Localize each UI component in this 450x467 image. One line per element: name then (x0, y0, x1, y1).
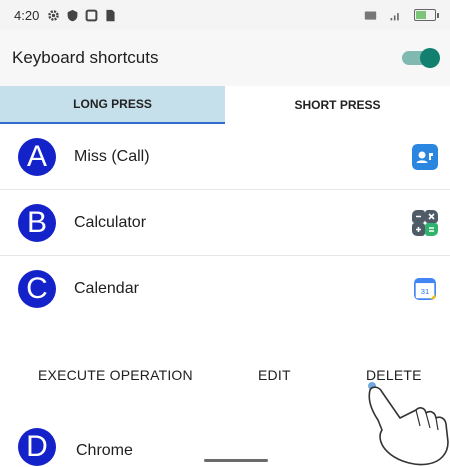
tab-bar: LONG PRESS SHORT PRESS (0, 86, 450, 124)
tab-long-press[interactable]: LONG PRESS (0, 86, 225, 124)
shortcut-label: Calculator (74, 213, 147, 231)
calendar-day: 31 (421, 287, 429, 296)
shortcut-row-c[interactable]: C Calendar 31 (0, 256, 450, 322)
tab-short-press[interactable]: SHORT PRESS (225, 86, 450, 124)
home-indicator[interactable] (204, 459, 268, 462)
toggle-knob[interactable] (420, 48, 440, 68)
calendar-icon[interactable]: 31 (414, 278, 436, 300)
status-bar: 4:20 (0, 0, 450, 30)
status-time: 4:20 (14, 7, 40, 23)
status-right (364, 9, 439, 22)
shortcut-label: Miss (Call) (74, 147, 150, 165)
letter-badge-a: A (18, 137, 56, 176)
battery-icon (414, 9, 439, 21)
shortcut-row-a[interactable]: A Miss (Call) (0, 124, 450, 190)
square-icon (85, 9, 98, 21)
edit-button[interactable]: EDIT (258, 367, 291, 383)
shortcut-row-b[interactable]: B Calculator (0, 190, 450, 256)
sim-icon (106, 9, 115, 21)
pointing-hand-icon (368, 382, 449, 466)
shortcut-label: Calendar (74, 280, 139, 297)
letter-badge-c: C (18, 270, 56, 308)
signal-icon (390, 12, 399, 20)
letter-badge-d: D (18, 428, 56, 466)
letter-badge-b: B (18, 203, 56, 242)
hd-icon (364, 10, 377, 20)
app-header: Keyboard shortcuts (0, 30, 450, 86)
execute-operation-button[interactable]: EXECUTE OPERATION (38, 367, 193, 383)
battery-fill (416, 11, 427, 19)
gear-icon (48, 9, 60, 21)
contacts-icon[interactable] (412, 143, 438, 170)
keyboard-shortcuts-toggle[interactable] (402, 48, 440, 68)
calculator-icon[interactable] (412, 209, 438, 236)
shortcut-label: Chrome (76, 442, 133, 459)
page-title: Keyboard shortcuts (12, 48, 159, 67)
shield-icon (67, 9, 78, 21)
